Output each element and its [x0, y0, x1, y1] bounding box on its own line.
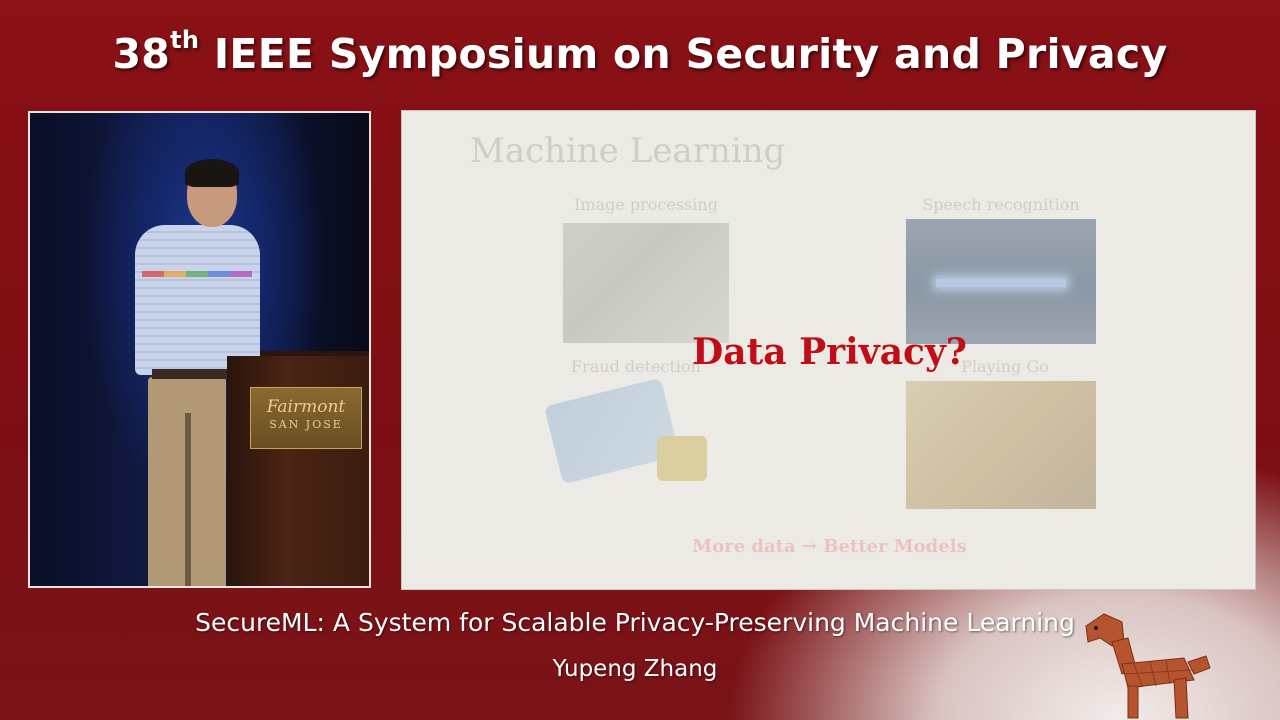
waveform: [936, 279, 1066, 287]
speaker-video: Fairmont SAN JOSE: [28, 111, 371, 588]
slide-overlay-question: Data Privacy?: [692, 331, 967, 373]
title-rest: IEEE Symposium on Security and Privacy: [199, 30, 1168, 78]
lock-icon: [657, 436, 707, 481]
podium-plaque: Fairmont SAN JOSE: [250, 387, 362, 449]
leg-gap: [185, 413, 191, 586]
speaker-torso: [135, 225, 260, 375]
slide-heading: Machine Learning: [470, 131, 786, 171]
title-number: 38: [112, 30, 171, 78]
plaque-line1: Fairmont: [266, 397, 346, 417]
speech-waveform-picture: [906, 219, 1096, 344]
plaque-line2: SAN JOSE: [269, 418, 343, 431]
speaker-hair: [185, 159, 239, 187]
presentation-slide: Machine Learning Image processing Speech…: [401, 110, 1256, 590]
image-processing-picture: [563, 223, 729, 343]
caption-image-processing: Image processing: [574, 195, 718, 214]
go-board-picture: [906, 381, 1096, 509]
shirt-stripe: [142, 271, 252, 277]
caption-speech-recognition: Speech recognition: [922, 195, 1080, 214]
slide-tagline: More data → Better Models: [692, 536, 967, 557]
trojan-horse-icon: [1085, 613, 1211, 719]
horse-eye: [1094, 626, 1098, 630]
title-superscript: th: [170, 26, 200, 54]
conference-title: 38th IEEE Symposium on Security and Priv…: [0, 26, 1280, 78]
fraud-detection-picture: [544, 377, 712, 506]
